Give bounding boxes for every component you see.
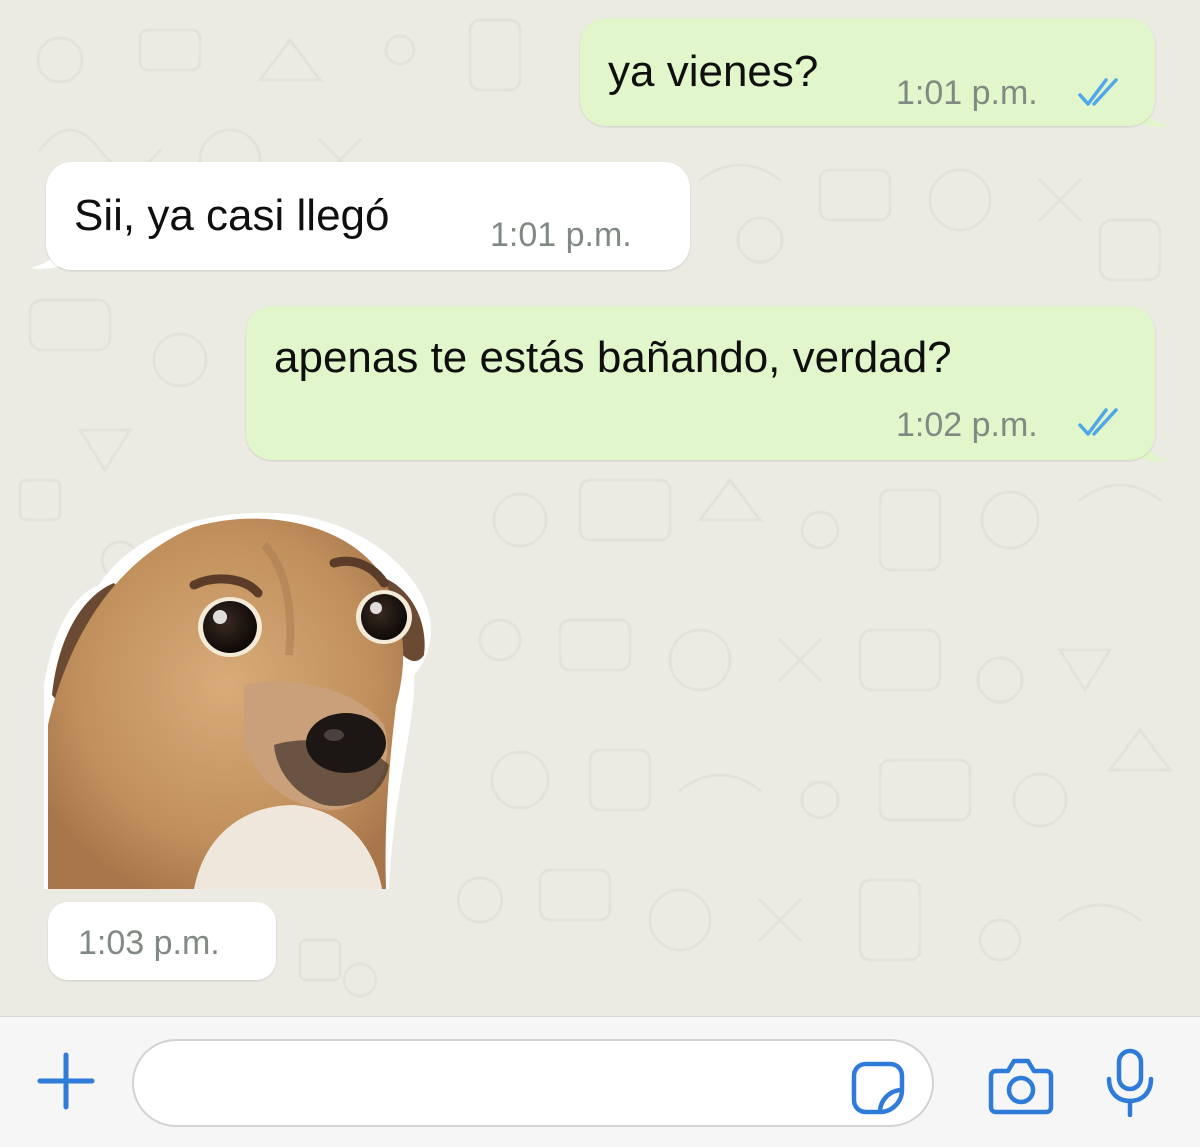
sticker-icon[interactable] [850, 1060, 906, 1116]
message-text: Sii, ya casi llegó [74, 191, 390, 240]
double-check-read-icon [1078, 78, 1118, 106]
message-timestamp: 1:01 p.m. [896, 74, 1038, 112]
camera-icon[interactable] [988, 1057, 1054, 1115]
outgoing-message-bubble[interactable]: apenas te estás bañando, verdad? 1:02 p.… [246, 306, 1155, 460]
sticker-timestamp-box: 1:03 p.m. [48, 902, 276, 980]
message-timestamp: 1:03 p.m. [78, 924, 220, 962]
incoming-message-bubble[interactable]: Sii, ya casi llegó 1:01 p.m. [46, 162, 690, 270]
worried-dog-sticker[interactable] [44, 505, 436, 889]
microphone-icon[interactable] [1104, 1047, 1156, 1119]
outgoing-message-bubble[interactable]: ya vienes? 1:01 p.m. [580, 18, 1155, 126]
message-timestamp: 1:01 p.m. [490, 216, 632, 254]
chat-area: ya vienes? 1:01 p.m. Sii, ya casi llegó … [0, 0, 1200, 1016]
plus-icon[interactable] [36, 1051, 96, 1111]
message-timestamp: 1:02 p.m. [896, 406, 1038, 444]
message-input[interactable] [132, 1039, 934, 1127]
double-check-read-icon [1078, 408, 1118, 436]
message-input-bar [0, 1016, 1200, 1147]
message-text: apenas te estás bañando, verdad? [274, 333, 952, 382]
message-text: ya vienes? [608, 47, 819, 96]
